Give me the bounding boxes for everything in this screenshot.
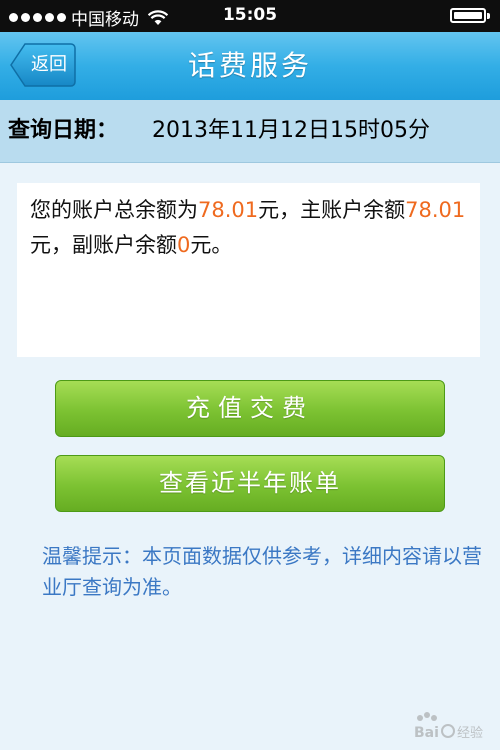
total-balance-value: 78.01 [198,198,259,222]
svg-text:经验: 经验 [457,725,483,741]
page-title: 话费服务 [187,49,312,82]
main-balance-value: 78.01 [405,198,466,222]
svg-text:Bai: Bai [414,725,439,741]
nav-bar: 返回 话费服务 [0,32,500,101]
balance-text: 元，主账户余额 [258,198,406,222]
status-bar: 中国移动 15:05 [0,0,500,32]
baidu-jingyan-watermark-logo: Bai 经验 [414,712,483,741]
tip-text: 温馨提示：本页面数据仅供参考，详细内容请以营业厅查询为准。 [42,544,482,599]
status-time: 15:05 [222,5,278,25]
battery-icon [450,8,490,23]
query-date-label: 查询日期： [8,118,119,143]
balance-text: 元，副账户余额 [30,233,177,257]
balance-text: 您的账户总余额为 [30,198,198,222]
balance-card: 您的账户总余额为78.01元，主账户余额78.01元，副账户余额0元。 [17,183,480,357]
query-date-bar: 查询日期： 2013年11月12日15时05分 [0,100,500,163]
query-date-value: 2013年11月12日15时05分 [152,118,430,143]
recharge-button[interactable]: 充值交费 [55,380,445,437]
sub-balance-value: 0 [177,233,191,257]
view-bill-button[interactable]: 查看近半年账单 [55,455,445,512]
balance-text: 元。 [190,233,233,257]
